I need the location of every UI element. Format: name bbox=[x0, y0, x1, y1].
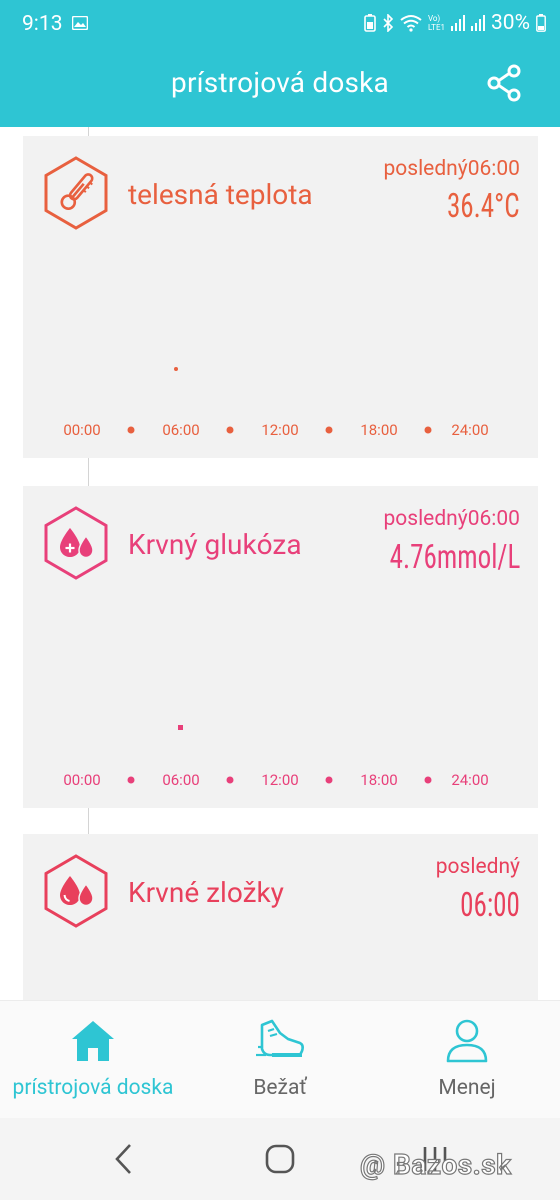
battery-saver-icon bbox=[364, 14, 376, 32]
nav-run[interactable]: Bežať bbox=[186, 1001, 374, 1119]
status-time: 9:13 bbox=[22, 12, 63, 36]
tick-label: 06:00 bbox=[162, 771, 200, 789]
tick-dot bbox=[226, 776, 234, 784]
tick-dot bbox=[424, 776, 432, 784]
tick-dot bbox=[424, 426, 432, 434]
tick-dot bbox=[127, 426, 135, 434]
app-bar: prístrojová doska bbox=[0, 50, 560, 127]
page-title: prístrojová doska bbox=[171, 66, 389, 99]
home-icon bbox=[72, 1021, 114, 1061]
battery-percent: 30% bbox=[491, 11, 530, 35]
signal-1-icon bbox=[451, 15, 465, 31]
wifi-icon bbox=[400, 15, 422, 32]
nav-label: Menej bbox=[438, 1076, 496, 1100]
tick-label: 18:00 bbox=[360, 771, 398, 789]
share-icon[interactable] bbox=[484, 63, 524, 103]
volte-badge: Vo) LTE1 bbox=[427, 14, 445, 32]
time-axis: 00:00 06:00 12:00 18:00 24:00 bbox=[23, 136, 538, 466]
tick-dot bbox=[127, 776, 135, 784]
nav-label: Bežať bbox=[253, 1076, 307, 1100]
battery-icon bbox=[536, 14, 546, 32]
tick-label: 18:00 bbox=[360, 421, 398, 439]
person-icon bbox=[446, 1019, 488, 1063]
body-temperature-card[interactable]: telesná teplota posledný06:00 36.4°C 00:… bbox=[23, 136, 538, 458]
status-bar: 9:13 Vo) LTE1 30% bbox=[0, 0, 560, 50]
last-measurement-time: 06:00 bbox=[460, 886, 520, 925]
tick-label: 12:00 bbox=[261, 421, 299, 439]
tick-label: 12:00 bbox=[261, 771, 299, 789]
home-button-icon[interactable] bbox=[264, 1143, 296, 1175]
blood-components-card[interactable]: Krvné zložky posledný 06:00 bbox=[23, 834, 538, 1000]
nav-label: prístrojová doska bbox=[12, 1076, 174, 1100]
tick-dot bbox=[325, 426, 333, 434]
last-measurement-label: posledný bbox=[435, 855, 520, 879]
tick-dot bbox=[325, 776, 333, 784]
nav-me[interactable]: Menej bbox=[374, 1001, 560, 1119]
bottom-navigation: prístrojová doska Bežať Menej bbox=[0, 1000, 560, 1119]
time-axis: 00:00 06:00 12:00 18:00 24:00 bbox=[23, 486, 538, 816]
back-icon[interactable] bbox=[112, 1142, 136, 1176]
watermark: @ Bazos.sk bbox=[359, 1147, 512, 1181]
gallery-notification-icon bbox=[72, 16, 88, 30]
tick-label: 00:00 bbox=[63, 771, 101, 789]
signal-2-icon bbox=[471, 15, 485, 31]
tick-label: 24:00 bbox=[451, 421, 489, 439]
blood-drops-icon bbox=[44, 854, 108, 928]
tick-label: 24:00 bbox=[451, 771, 489, 789]
dashboard-content[interactable]: telesná teplota posledný06:00 36.4°C 00:… bbox=[0, 127, 560, 1000]
tick-dot bbox=[226, 426, 234, 434]
tick-label: 00:00 bbox=[63, 421, 101, 439]
bluetooth-icon bbox=[383, 14, 394, 32]
running-shoe-icon bbox=[256, 1019, 304, 1057]
tick-label: 06:00 bbox=[162, 421, 200, 439]
nav-dashboard[interactable]: prístrojová doska bbox=[0, 1001, 186, 1119]
status-icons: Vo) LTE1 30% bbox=[364, 11, 546, 35]
blood-glucose-card[interactable]: Krvný glukóza posledný06:00 4.76mmol/L 0… bbox=[23, 486, 538, 808]
card-title: Krvné zložky bbox=[128, 876, 284, 909]
